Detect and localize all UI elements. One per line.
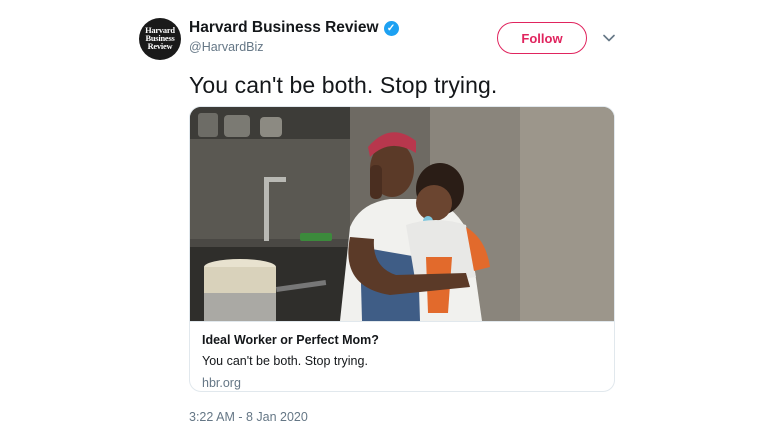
display-name[interactable]: Harvard Business Review	[189, 19, 379, 37]
card-description: You can't be both. Stop trying.	[202, 354, 368, 368]
follow-button[interactable]: Follow	[497, 22, 587, 54]
user-handle[interactable]: @HarvardBiz	[189, 40, 264, 54]
card-image[interactable]	[190, 107, 615, 321]
chevron-down-icon-svg	[603, 34, 615, 42]
author-name-row: Harvard Business Review ✓	[189, 19, 399, 37]
card-title: Ideal Worker or Perfect Mom?	[202, 333, 379, 347]
avatar[interactable]: Harvard Business Review	[139, 18, 181, 60]
link-card[interactable]: Ideal Worker or Perfect Mom? You can't b…	[189, 106, 615, 392]
card-domain: hbr.org	[202, 376, 241, 390]
tweet: Harvard Business Review Harvard Business…	[0, 0, 784, 436]
card-body[interactable]: Ideal Worker or Perfect Mom? You can't b…	[190, 321, 614, 391]
verified-badge-icon: ✓	[383, 20, 399, 36]
tweet-text: You can't be both. Stop trying.	[189, 72, 498, 98]
tweet-timestamp[interactable]: 3:22 AM - 8 Jan 2020	[189, 410, 308, 424]
chevron-down-icon[interactable]	[601, 31, 617, 45]
avatar-line-3: Review	[147, 42, 173, 51]
